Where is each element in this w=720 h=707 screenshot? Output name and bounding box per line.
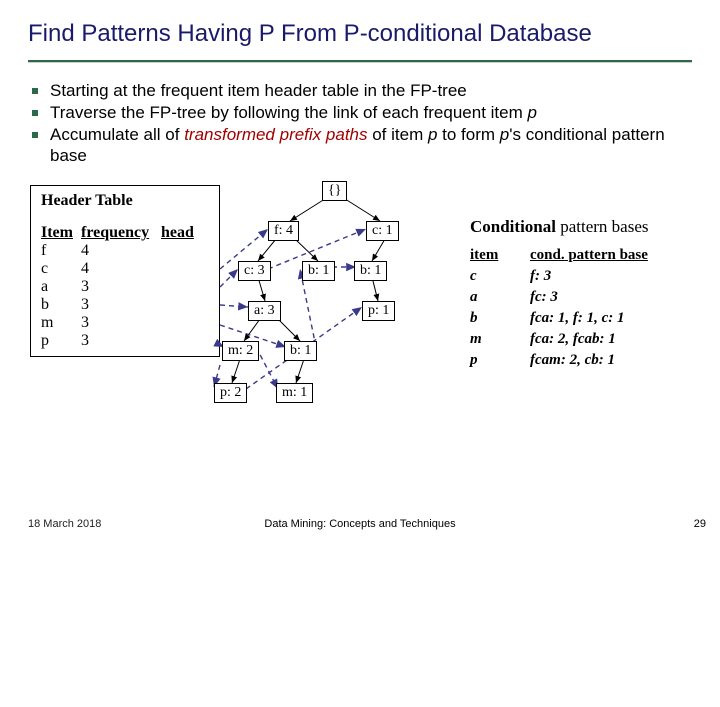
cell: fcam: 2, cb: 1 [530,352,615,369]
bullet-2-text: Traverse the FP-tree by following the li… [50,103,528,122]
node-b1c: b: 1 [284,341,317,361]
conditional-pattern-bases: Conditional pattern bases item cond. pat… [470,217,700,373]
node-b1a: b: 1 [302,261,335,281]
cpb-columns: item cond. pattern base [470,247,700,264]
cell: b [41,296,81,314]
table-row: bfca: 1, f: 1, c: 1 [470,310,700,327]
cell: m [470,331,530,348]
bullet-1: Starting at the frequent item header tab… [50,80,690,102]
col-head: head [161,224,194,242]
table-row: mfca: 2, fcab: 1 [470,331,700,348]
footer-page-number: 29 [694,518,706,530]
cell: fc: 3 [530,289,558,306]
cell: 3 [81,332,161,350]
cell: f [41,242,81,260]
diagram-area: Header Table Item frequency head f4 c4 a… [0,167,720,487]
col-item: Item [41,224,81,242]
table-row: afc: 3 [470,289,700,306]
node-p2: p: 2 [214,383,247,403]
footer-title: Data Mining: Concepts and Techniques [0,518,720,530]
table-row: b3 [41,296,209,314]
col-frequency: frequency [81,224,161,242]
cpb-col-item: item [470,247,530,264]
table-row: m3 [41,314,209,332]
node-p1: p: 1 [362,301,395,321]
cell: f: 3 [530,268,551,285]
header-table: Header Table Item frequency head f4 c4 a… [30,185,220,357]
table-row: cf: 3 [470,268,700,285]
cell: m [41,314,81,332]
header-table-columns: Item frequency head [41,224,209,242]
bullet-3: Accumulate all of transformed prefix pat… [50,124,690,168]
cell: 4 [81,242,161,260]
node-c1: c: 1 [366,221,399,241]
cell: p [41,332,81,350]
fp-tree: {} f: 4 c: 1 c: 3 b: 1 b: 1 a: 3 p: 1 m:… [210,177,470,447]
cell: 3 [81,314,161,332]
table-row: p3 [41,332,209,350]
bullet-2: Traverse the FP-tree by following the li… [50,102,690,124]
cpb-title: Conditional pattern bases [470,217,700,237]
cell: fca: 1, f: 1, c: 1 [530,310,625,327]
node-m2: m: 2 [222,341,259,361]
cell: p [470,352,530,369]
cell: a [470,289,530,306]
cpb-col-base: cond. pattern base [530,247,648,264]
node-m1: m: 1 [276,383,313,403]
cell: fca: 2, fcab: 1 [530,331,616,348]
cell: 4 [81,260,161,278]
node-c3: c: 3 [238,261,271,281]
node-f4: f: 4 [268,221,299,241]
node-a3: a: 3 [248,301,281,321]
table-row: pfcam: 2, cb: 1 [470,352,700,369]
bullet-3-b: of item [368,125,428,144]
table-row: a3 [41,278,209,296]
bullet-3-c: to form [437,125,499,144]
cell: 3 [81,296,161,314]
cell: a [41,278,81,296]
cpb-title-rest: pattern bases [556,217,649,236]
bullet-3-p2: p [500,125,509,144]
cpb-title-bold: Conditional [470,217,556,236]
cell: c [470,268,530,285]
bullet-2-var-p: p [528,103,537,122]
header-table-title: Header Table [41,192,209,210]
title-underline [28,60,692,62]
node-root: {} [322,181,347,201]
bullet-list: Starting at the frequent item header tab… [0,70,720,167]
cell: b [470,310,530,327]
bullet-3-emph: transformed prefix paths [184,125,367,144]
table-row: c4 [41,260,209,278]
table-row: f4 [41,242,209,260]
bullet-3-a: Accumulate all of [50,125,184,144]
slide-title: Find Patterns Having P From P-conditiona… [0,0,720,58]
node-b1b: b: 1 [354,261,387,281]
cell: 3 [81,278,161,296]
cell: c [41,260,81,278]
